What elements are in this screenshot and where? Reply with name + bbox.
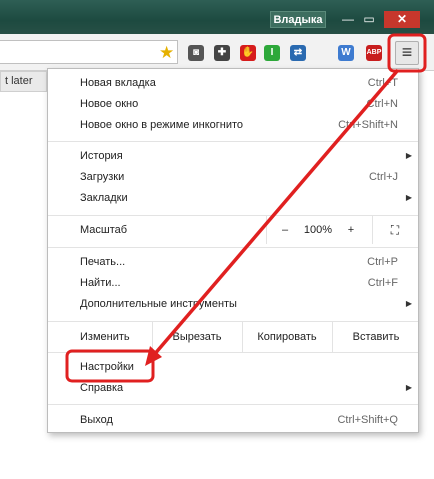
annotation-highlight-settings (65, 349, 155, 383)
annotation-overlay (65, 33, 427, 383)
annotation-highlight-menu-button (387, 33, 427, 73)
annotation-arrow-line (151, 68, 400, 358)
